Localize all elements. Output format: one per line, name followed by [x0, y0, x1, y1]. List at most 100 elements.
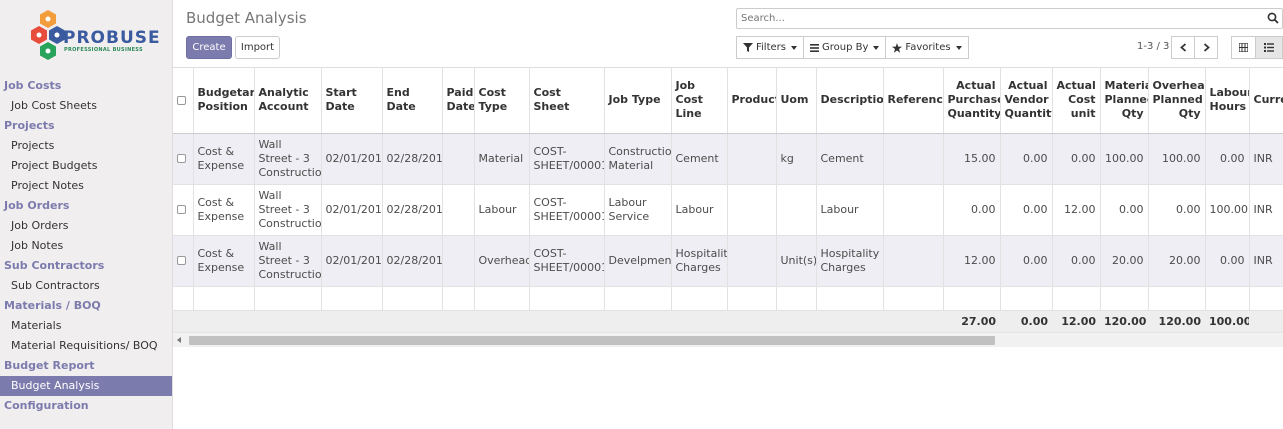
filters-button[interactable]: Filters [736, 36, 804, 59]
sidebar-item-project-budgets[interactable]: Project Budgets [0, 156, 172, 176]
cell-actual-vendor-quantity: 0.00 [1000, 184, 1053, 236]
sidebar-section-budget-report: Budget Report [4, 359, 95, 372]
sidebar-item-budget-analysis[interactable]: Budget Analysis [0, 376, 172, 396]
list-view-button[interactable] [1255, 36, 1283, 59]
column-header-overhead-planned-qty[interactable]: Overhead Planned Qty [1148, 68, 1206, 134]
total-start-date [321, 310, 382, 334]
cell-reference [883, 184, 944, 236]
total-cost-sheet [529, 310, 604, 334]
total-job-type [604, 310, 671, 334]
column-header-budgetary-position[interactable]: Budgetary Position [193, 68, 255, 134]
search-input[interactable] [737, 9, 1257, 28]
group-by-button[interactable]: Group By [803, 36, 887, 59]
cell-analytic-account: Wall Street - 3 Construction [254, 184, 322, 236]
cell-actual-purchase-quantity: 0.00 [943, 184, 1001, 236]
sidebar-item-material-requisitions-boq[interactable]: Material Requisitions/ BOQ [0, 336, 172, 356]
totals-row: 27.00 0.00 12.00 120.00 120.00 100.00 [173, 310, 1283, 334]
cell-description: Labour [816, 184, 884, 236]
empty-cell [529, 286, 605, 311]
cell-reference [883, 133, 944, 185]
column-header-uom[interactable]: Uom [776, 68, 817, 134]
horizontal-scrollbar[interactable] [173, 332, 1283, 347]
create-button[interactable]: Create [186, 36, 232, 59]
cell-cost-sheet: COST-SHEET/00001 [529, 184, 605, 236]
total-labour-hours: 100.00 [1205, 310, 1249, 334]
column-header-labour-hours[interactable]: Labour Hours [1205, 68, 1250, 134]
cell-actual-vendor-quantity: 0.00 [1000, 133, 1053, 185]
cell-job-type: Labour Service [604, 184, 672, 236]
cell-cost-type: Overhead [474, 235, 530, 287]
column-header-cost-sheet[interactable]: Cost Sheet [529, 68, 605, 134]
column-header-material-planned-qty[interactable]: Material Planned Qty [1100, 68, 1149, 134]
column-header-reference[interactable]: Reference [883, 68, 944, 134]
empty-cell [1205, 286, 1250, 311]
sidebar-item-job-notes[interactable]: Job Notes [0, 236, 172, 256]
cell-job-type: Construction Material [604, 133, 672, 185]
cell-job-cost-line: Hospitality Charges [671, 235, 728, 287]
table-row[interactable]: Cost & Expense Wall Street - 3 Constructi… [173, 133, 1283, 185]
total-job-cost-line [671, 310, 727, 334]
sidebar-item-materials[interactable]: Materials [0, 316, 172, 336]
search-icon[interactable] [1267, 12, 1279, 24]
cell-description: Cement [816, 133, 884, 185]
empty-cell [883, 286, 944, 311]
column-header-product[interactable]: Product [727, 68, 777, 134]
sidebar-section-projects: Projects [4, 119, 55, 132]
pager-value[interactable]: 1-3 / 3 [1137, 41, 1169, 52]
sidebar-item-job-cost-sheets[interactable]: Job Cost Sheets [0, 96, 172, 116]
pager-next-button[interactable] [1194, 36, 1218, 59]
favorites-button[interactable]: Favorites [886, 36, 969, 59]
cell-cost-sheet: COST-SHEET/00001 [529, 133, 605, 185]
cell-paid-date [442, 184, 475, 236]
sidebar-section-job-orders: Job Orders [4, 199, 70, 212]
row-checkbox[interactable] [177, 154, 186, 163]
empty-cell [254, 286, 322, 311]
select-all-checkbox[interactable] [177, 95, 186, 105]
column-header-paid-date[interactable]: Paid Date [442, 68, 475, 134]
table-row[interactable]: Cost & Expense Wall Street - 3 Constructi… [173, 184, 1283, 236]
empty-cell [442, 286, 475, 311]
table-row[interactable]: Cost & Expense Wall Street - 3 Constructi… [173, 235, 1283, 287]
cell-budgetary-position: Cost & Expense [193, 133, 255, 185]
sidebar-item-projects[interactable]: Projects [0, 136, 172, 156]
sidebar-item-sub-contractors[interactable]: Sub Contractors [0, 276, 172, 296]
row-checkbox[interactable] [177, 256, 186, 265]
app-logo[interactable]: PROBUSE PROFESSIONAL BUSINESS [0, 0, 172, 76]
caret-down-icon [955, 45, 962, 50]
grid-view-button[interactable] [1231, 36, 1256, 59]
chevron-left-icon [1179, 43, 1186, 52]
scrollbar-thumb[interactable] [189, 336, 995, 345]
total-analytic-account [254, 310, 321, 334]
brand-tagline: PROFESSIONAL BUSINESS [64, 47, 143, 53]
scroll-left-arrow-icon[interactable] [177, 337, 181, 343]
pager-previous-button[interactable] [1171, 36, 1195, 59]
cell-product [727, 235, 777, 287]
column-header-end-date[interactable]: End Date [382, 68, 443, 134]
total-actual-cost-unit: 12.00 [1052, 310, 1100, 334]
import-button[interactable]: Import [235, 36, 280, 59]
column-header-cost-type[interactable]: Cost Type [474, 68, 530, 134]
column-header-currency[interactable]: Currency [1249, 68, 1283, 134]
cell-material-planned-qty: 0.00 [1100, 184, 1149, 236]
column-header-actual-purchase-quantity[interactable]: Actual Purchase Quantity [943, 68, 1001, 134]
total-paid-date [442, 310, 474, 334]
column-header-actual-vendor-quantity[interactable]: Actual Vendor Quantity [1000, 68, 1053, 134]
column-header-actual-cost-unit[interactable]: Actual Cost unit [1052, 68, 1101, 134]
cell-actual-vendor-quantity: 0.00 [1000, 235, 1053, 287]
column-header-job-type[interactable]: Job Type [604, 68, 672, 134]
sidebar-item-project-notes[interactable]: Project Notes [0, 176, 172, 196]
total-overhead-planned-qty: 120.00 [1148, 310, 1205, 334]
table-header-row: Budgetary PositionAnalytic AccountStart … [173, 68, 1283, 134]
cell-end-date: 02/28/2018 [382, 133, 443, 185]
cell-actual-cost-unit: 0.00 [1052, 235, 1101, 287]
row-checkbox[interactable] [177, 205, 186, 214]
sidebar-item-job-orders[interactable]: Job Orders [0, 216, 172, 236]
column-header-description[interactable]: Description [816, 68, 884, 134]
caret-down-icon [790, 45, 797, 50]
cell-end-date: 02/28/2018 [382, 184, 443, 236]
sidebar: PROBUSE PROFESSIONAL BUSINESS Job Costs J… [0, 0, 173, 429]
empty-cell [1249, 286, 1283, 311]
column-header-analytic-account[interactable]: Analytic Account [254, 68, 322, 134]
column-header-start-date[interactable]: Start Date [321, 68, 383, 134]
column-header-job-cost-line[interactable]: Job Cost Line [671, 68, 728, 134]
